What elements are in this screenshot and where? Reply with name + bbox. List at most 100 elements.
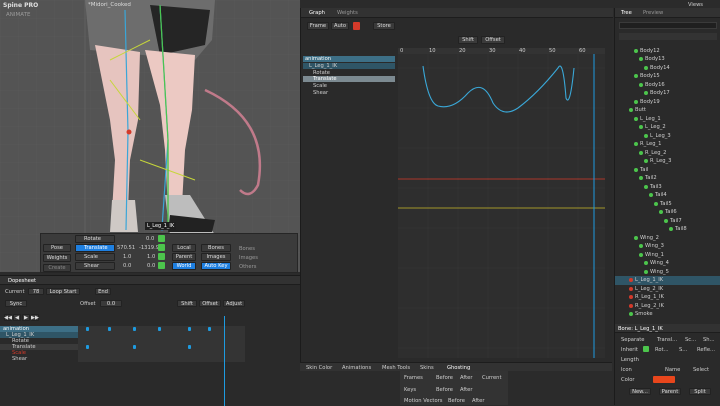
graph-tick-50: 50 bbox=[549, 48, 556, 54]
tab-animations[interactable]: Animations bbox=[342, 365, 371, 371]
dope-offset-button[interactable]: Offset bbox=[199, 300, 221, 307]
play-button[interactable]: ▶ bbox=[22, 314, 30, 321]
rotate-value[interactable]: 0.0 bbox=[146, 236, 154, 242]
loop-start-button[interactable]: Loop Start bbox=[46, 288, 80, 295]
shear-y-value[interactable]: 0.0 bbox=[147, 263, 155, 269]
separate-label[interactable]: Separate bbox=[621, 337, 645, 343]
bone-icon bbox=[639, 176, 643, 180]
tree-item[interactable]: Tail8 bbox=[669, 225, 687, 234]
translate-x-value[interactable]: 570.51 bbox=[117, 245, 135, 251]
scale-y-value[interactable]: 1.0 bbox=[147, 254, 155, 260]
ghost-keys-after[interactable]: After bbox=[460, 387, 472, 393]
ghost-keys-before[interactable]: Before bbox=[436, 387, 453, 393]
play-back-button[interactable]: ◀ bbox=[13, 314, 21, 321]
ghost-frames-label[interactable]: Frames bbox=[404, 375, 423, 381]
ghost-mv-label[interactable]: Motion Vectors bbox=[404, 398, 442, 404]
sc-label[interactable]: Sc... bbox=[685, 337, 696, 343]
select-label[interactable]: Select bbox=[693, 367, 709, 373]
offset-input[interactable]: 0.0 bbox=[100, 300, 122, 307]
inherit-toggle[interactable] bbox=[643, 346, 649, 352]
s-label[interactable]: S... bbox=[679, 347, 687, 353]
ghost-mv-after[interactable]: After bbox=[472, 398, 484, 404]
sync-button[interactable]: Sync bbox=[5, 300, 27, 307]
end-button[interactable]: End bbox=[95, 288, 111, 295]
dope-keys[interactable] bbox=[78, 326, 245, 362]
ghost-keys-label[interactable]: Keys bbox=[404, 387, 416, 393]
tree-item-label: Body15 bbox=[640, 73, 660, 79]
parent-button[interactable]: Parent bbox=[659, 388, 681, 395]
graph-tree-scale[interactable]: Scale bbox=[313, 83, 327, 89]
translate-y-value[interactable]: -1319.9 bbox=[139, 245, 159, 251]
store-button[interactable]: Store bbox=[373, 22, 395, 30]
length-label[interactable]: Length bbox=[621, 357, 639, 363]
dope-shift-button[interactable]: Shift bbox=[177, 300, 197, 307]
pose-button[interactable]: Pose bbox=[43, 244, 71, 252]
ghost-frames-before[interactable]: Before bbox=[436, 375, 453, 381]
inherit-label[interactable]: Inherit bbox=[621, 347, 638, 353]
tree-filter-bar[interactable] bbox=[619, 33, 717, 40]
tree-item-label: Body14 bbox=[650, 64, 670, 71]
graph-offset-button[interactable]: Offset bbox=[481, 36, 505, 44]
graph-tree-shear[interactable]: Shear bbox=[313, 90, 328, 96]
tab-tree[interactable]: Tree bbox=[621, 10, 632, 16]
frame-button[interactable]: Frame bbox=[307, 22, 329, 30]
dope-playhead[interactable] bbox=[224, 316, 225, 406]
ghost-frames-after[interactable]: After bbox=[460, 375, 472, 381]
key-shear-button[interactable] bbox=[158, 262, 165, 269]
color-swatch[interactable] bbox=[653, 376, 675, 383]
graph-shift-button[interactable]: Shift bbox=[458, 36, 478, 44]
create-button[interactable]: Create bbox=[43, 264, 71, 272]
shear-tool-button[interactable]: Shear bbox=[75, 262, 115, 270]
tree-search-input[interactable] bbox=[619, 22, 717, 29]
auto-button[interactable]: Auto bbox=[331, 22, 349, 30]
props-title: Bone: L_Leg_1_IK bbox=[618, 326, 663, 332]
viewport-canvas[interactable] bbox=[0, 0, 300, 272]
viewport[interactable]: Spine PRO ANIMATE *Midori_Cooked L_Leg_1… bbox=[0, 0, 300, 272]
tab-weights[interactable]: Weights bbox=[337, 10, 358, 16]
weights-button[interactable]: Weights bbox=[43, 254, 71, 262]
current-frame-input[interactable]: 78 bbox=[28, 288, 44, 295]
dope-adjust-button[interactable]: Adjust bbox=[223, 300, 245, 307]
rot-label[interactable]: Rot... bbox=[655, 347, 669, 353]
store-red-button[interactable] bbox=[353, 22, 360, 30]
graph-tree-bone[interactable]: L_Leg_1_IK bbox=[303, 63, 395, 69]
ghost-frames-current[interactable]: Current bbox=[482, 375, 501, 381]
graph-tree-translate[interactable]: Translate bbox=[303, 76, 395, 82]
graph-tree-root[interactable]: animation bbox=[303, 56, 395, 62]
forward-button[interactable]: ▶▶ bbox=[31, 314, 39, 321]
tree-item-label: R_Leg_2_IK bbox=[635, 302, 664, 309]
icon-label[interactable]: Icon bbox=[621, 367, 632, 373]
key-rotate-button[interactable] bbox=[158, 235, 165, 242]
tab-skin-color[interactable]: Skin Color bbox=[306, 365, 332, 371]
bone-icon bbox=[629, 286, 633, 291]
images-option-button[interactable]: Images bbox=[201, 253, 231, 261]
tree-item[interactable]: Smoke bbox=[629, 310, 653, 319]
key-translate-button[interactable] bbox=[158, 244, 165, 251]
bones-option-button[interactable]: Bones bbox=[201, 244, 231, 252]
axis-world-button[interactable]: World bbox=[172, 262, 196, 270]
axis-local-button[interactable]: Local bbox=[172, 244, 196, 252]
bone-icon bbox=[634, 48, 638, 53]
shear-x-value[interactable]: 0.0 bbox=[123, 263, 131, 269]
rewind-button[interactable]: ◀◀ bbox=[4, 314, 12, 321]
scale-x-value[interactable]: 1.0 bbox=[123, 254, 131, 260]
new-button[interactable]: New... bbox=[629, 388, 651, 395]
tab-graph[interactable]: Graph bbox=[309, 10, 325, 16]
graph-plot[interactable] bbox=[398, 48, 605, 358]
ghost-mv-before[interactable]: Before bbox=[448, 398, 465, 404]
tree-item-label: Butt bbox=[635, 107, 646, 113]
transl-label[interactable]: Transl... bbox=[657, 337, 677, 343]
tab-preview[interactable]: Preview bbox=[643, 10, 663, 16]
rotate-tool-button[interactable]: Rotate bbox=[75, 235, 115, 243]
split-button[interactable]: Split bbox=[689, 388, 711, 395]
scale-tool-button[interactable]: Scale bbox=[75, 253, 115, 261]
axis-parent-button[interactable]: Parent bbox=[172, 253, 196, 261]
autokey-button[interactable]: Auto Key bbox=[201, 262, 231, 270]
key-scale-button[interactable] bbox=[158, 253, 165, 260]
views-label[interactable]: Views bbox=[688, 2, 703, 8]
translate-tool-button[interactable]: Translate bbox=[75, 244, 115, 252]
name-label[interactable]: Name bbox=[665, 367, 680, 373]
sh-label[interactable]: Sh... bbox=[703, 337, 715, 343]
refle-label[interactable]: Refle... bbox=[697, 347, 715, 353]
tree-item-label: R_Leg_1 bbox=[640, 141, 662, 147]
